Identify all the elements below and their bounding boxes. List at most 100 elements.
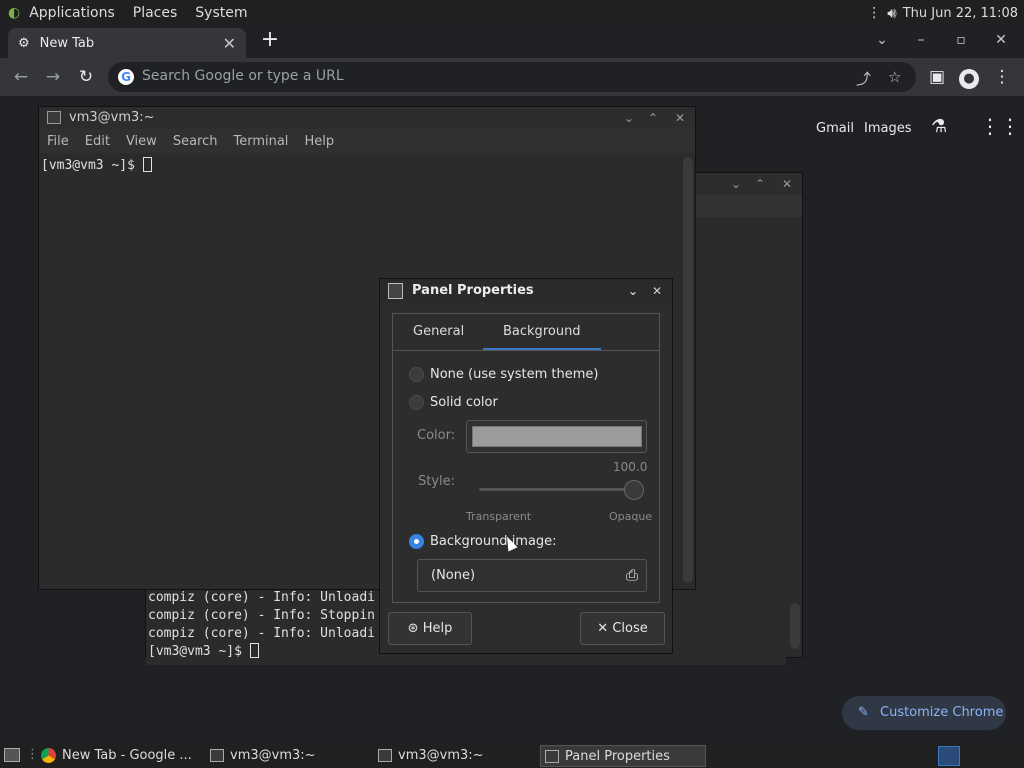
prompt: [vm3@vm3 ~]$ [41, 158, 143, 173]
help-lifebuoy-icon: ⊛ [407, 621, 419, 636]
omnibox-placeholder: Search Google or type a URL [142, 68, 344, 84]
new-tab-button[interactable]: + [258, 29, 282, 53]
close-icon[interactable]: ✕ [675, 107, 685, 129]
minimize-window-button[interactable]: – [909, 32, 933, 52]
window-title: vm3@vm3:~ [69, 110, 155, 125]
back-arrow-icon[interactable]: ← [10, 66, 32, 88]
bookmark-star-icon[interactable]: ☆ [888, 68, 901, 86]
bottom-taskbar: ⋮ New Tab - Google ... vm3@vm3:~ vm3@vm3… [0, 744, 1024, 768]
distro-logo-icon[interactable]: ◐ [8, 5, 20, 21]
radio-none[interactable]: None (use system theme) [409, 364, 598, 384]
taskbar-item-panel-properties[interactable]: Panel Properties [540, 745, 706, 767]
chrome-favicon-icon: ⚙︎ [18, 35, 30, 51]
tab-new-tab[interactable]: ⚙︎ New Tab ✕ [8, 28, 246, 58]
customize-label: Customize Chrome [880, 705, 1004, 720]
tab-background[interactable]: Background [483, 314, 601, 350]
cursor [142, 157, 152, 172]
close-tab-icon[interactable]: ✕ [223, 34, 236, 53]
radio-none-indicator[interactable] [409, 366, 424, 382]
color-picker-button[interactable] [466, 420, 647, 453]
clock[interactable]: Thu Jun 22, 11:08 [903, 6, 1018, 21]
color-label: Color: [417, 428, 456, 443]
color-swatch [472, 426, 642, 447]
minimize-icon[interactable]: ⌄ [731, 173, 741, 195]
opaque-label: Opaque [609, 510, 653, 523]
style-value: 100.0 [613, 460, 648, 474]
system-menu[interactable]: System [186, 0, 256, 26]
system-top-panel: ◐ Applications Places System ⋮ 🔊︎ Thu Ju… [0, 0, 1024, 26]
dialog-titlebar[interactable]: Panel Properties ⌄ ✕ [380, 279, 672, 303]
tab-divider [393, 350, 659, 351]
chrome-tab-strip: ⚙︎ New Tab ✕ + ⌄ – ▫ ✕ [0, 26, 1024, 58]
help-button[interactable]: ⊛ Help [388, 612, 472, 645]
apps-grid-icon[interactable]: ⋮⋮ [980, 114, 1020, 138]
applications-menu[interactable]: Applications [20, 0, 124, 26]
chrome-menu-icon[interactable]: ⋮ [991, 66, 1013, 88]
menu-help[interactable]: Help [304, 134, 334, 149]
volume-icon[interactable]: 🔊︎ [887, 4, 896, 22]
transparent-label: Transparent [466, 510, 532, 523]
prompt: [vm3@vm3 ~]$ [148, 644, 250, 659]
close-x-icon: ✕ [597, 621, 609, 636]
style-slider-handle[interactable] [624, 480, 644, 500]
tab-search-chevron-icon[interactable]: ⌄ [870, 32, 894, 52]
taskbar-label: vm3@vm3:~ [230, 748, 316, 763]
help-label: Help [422, 621, 453, 636]
images-link[interactable]: Images [864, 121, 912, 136]
cursor [249, 643, 259, 658]
network-icon[interactable]: ⋮ [867, 5, 881, 21]
tab-title: New Tab [39, 35, 95, 51]
menu-file[interactable]: File [47, 134, 69, 149]
maximize-window-button[interactable]: ▫ [949, 32, 973, 52]
minimize-icon[interactable]: ⌄ [628, 279, 638, 303]
menu-view[interactable]: View [126, 134, 157, 149]
taskbar-item-terminal-2[interactable]: vm3@vm3:~ [374, 745, 532, 767]
chrome-icon [41, 748, 56, 763]
forward-arrow-icon[interactable]: → [42, 66, 64, 88]
radio-background-image[interactable]: Background image: [409, 531, 557, 551]
terminal-icon [47, 111, 61, 124]
customize-chrome-button[interactable]: ✎ Customize Chrome [842, 696, 1006, 730]
radio-image-label: Background image: [430, 533, 557, 549]
close-window-button[interactable]: ✕ [989, 32, 1013, 52]
open-file-icon: ⎙ [625, 566, 638, 584]
side-panel-icon[interactable]: ▣ [926, 66, 948, 88]
taskbar-item-terminal-1[interactable]: vm3@vm3:~ [206, 745, 364, 767]
scrollbar-thumb[interactable] [790, 603, 800, 649]
share-icon[interactable]: ⤴ [856, 68, 871, 89]
gmail-link[interactable]: Gmail [816, 121, 854, 136]
address-bar[interactable]: G Search Google or type a URL ⤴ ☆ [108, 62, 916, 92]
menu-search[interactable]: Search [173, 134, 218, 149]
taskbar-item-chrome[interactable]: New Tab - Google ... [38, 745, 196, 767]
menu-terminal[interactable]: Terminal [233, 134, 288, 149]
radio-image-indicator[interactable] [409, 533, 424, 549]
radio-solid-color[interactable]: Solid color [409, 392, 498, 412]
style-slider[interactable] [479, 488, 635, 491]
maximize-icon[interactable]: ⌃ [648, 107, 658, 129]
maximize-icon[interactable]: ⌃ [755, 173, 765, 195]
tab-general[interactable]: General [393, 314, 484, 350]
places-menu[interactable]: Places [124, 0, 187, 26]
chrome-toolbar: ← → ↻ G Search Google or type a URL ⤴ ☆ … [0, 58, 1024, 96]
close-icon[interactable]: ✕ [652, 279, 662, 303]
taskbar-label: vm3@vm3:~ [398, 748, 484, 763]
close-button[interactable]: ✕ Close [580, 612, 665, 645]
workspace-switcher-icon[interactable] [938, 746, 960, 766]
close-icon[interactable]: ✕ [782, 173, 792, 195]
terminal-front-titlebar[interactable]: vm3@vm3:~ ⌄ ⌃ ✕ [39, 107, 695, 129]
radio-solid-indicator[interactable] [409, 394, 424, 410]
show-desktop-icon[interactable] [4, 748, 20, 762]
taskbar-label: Panel Properties [565, 749, 670, 764]
reload-icon[interactable]: ↻ [75, 66, 97, 88]
taskbar-label: New Tab - Google ... [62, 748, 192, 763]
file-chooser-value: (None) [431, 568, 476, 583]
panel-properties-dialog[interactable]: Panel Properties ⌄ ✕ General Background … [379, 278, 673, 654]
terminal-icon [378, 749, 392, 762]
labs-flask-icon[interactable]: ⚗ [931, 116, 947, 137]
scrollbar-thumb[interactable] [683, 157, 693, 583]
menu-edit[interactable]: Edit [85, 134, 110, 149]
image-file-chooser[interactable]: (None) ⎙ [417, 559, 647, 592]
profile-avatar[interactable]: ● [958, 66, 980, 89]
minimize-icon[interactable]: ⌄ [624, 107, 634, 129]
properties-notebook: General Background None (use system them… [392, 313, 660, 603]
